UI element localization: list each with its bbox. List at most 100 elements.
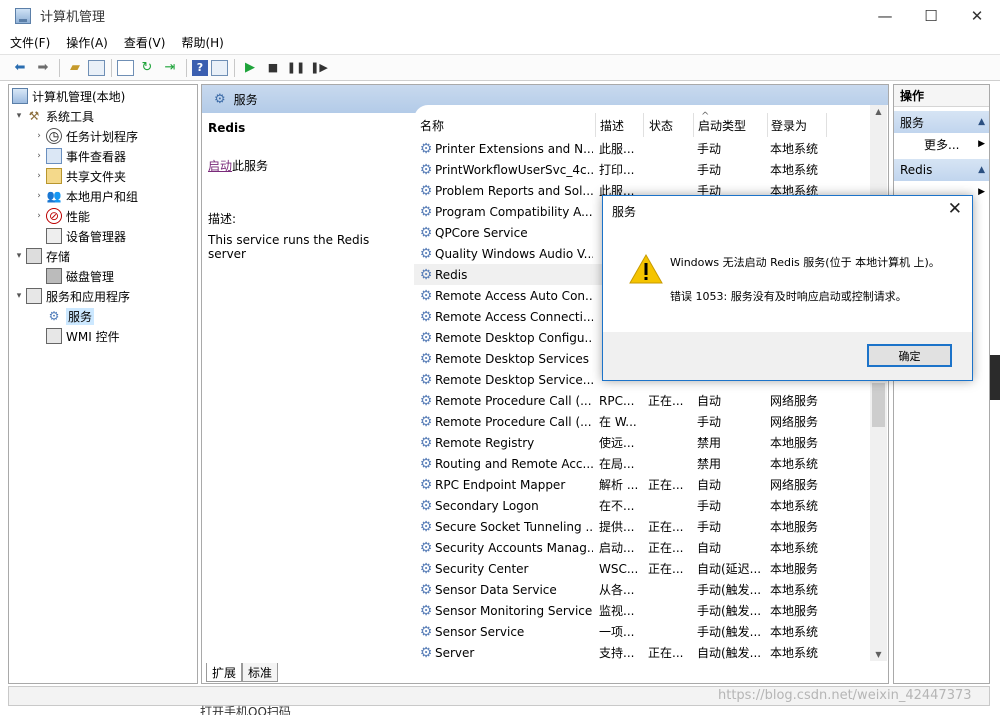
- users-icon: 👥: [46, 189, 62, 203]
- tree-item-task-scheduler[interactable]: › ◷ 任务计划程序: [32, 126, 138, 146]
- maximize-button[interactable]: ☐: [908, 0, 954, 31]
- scroll-up-arrow-icon[interactable]: ▲: [870, 107, 887, 116]
- column-divider[interactable]: [693, 113, 694, 137]
- table-row[interactable]: ⚙ Remote Registry 使远... 禁用 本地服务: [414, 432, 874, 453]
- export-list-icon[interactable]: ⇥: [160, 59, 180, 77]
- start-service-icon[interactable]: ▶: [240, 59, 260, 77]
- service-name-cell: Remote Registry: [435, 435, 535, 450]
- show-hide-tree-icon[interactable]: [88, 59, 105, 76]
- tree-item-local-users[interactable]: › 👥 本地用户和组: [32, 186, 138, 206]
- column-header-startup-type[interactable]: 启动类型: [698, 113, 746, 137]
- properties-icon[interactable]: [117, 59, 134, 76]
- table-row[interactable]: ⚙ Printer Extensions and N... 此服... 手动 本地系统: [414, 138, 874, 159]
- collapse-up-icon[interactable]: ▲: [978, 165, 985, 175]
- restart-service-icon[interactable]: ❚▶: [309, 59, 329, 77]
- back-arrow-icon[interactable]: ⬅: [10, 59, 30, 77]
- dialog-footer: 确定: [603, 332, 972, 380]
- service-startup-type-cell: 自动: [697, 478, 722, 492]
- column-header-name[interactable]: 名称: [420, 113, 444, 137]
- column-divider[interactable]: [643, 113, 644, 137]
- tree-item-device-manager[interactable]: 设备管理器: [46, 226, 126, 246]
- start-service-link[interactable]: 启动: [208, 159, 232, 173]
- service-startup-type-cell: 自动(触发...: [697, 646, 762, 660]
- tab-extended[interactable]: 扩展: [206, 663, 243, 682]
- tree-item-root[interactable]: 计算机管理(本地): [12, 86, 125, 106]
- actions-group-services[interactable]: 服务 ▲: [894, 111, 989, 133]
- tree-item-services-apps[interactable]: ▾ 服务和应用程序: [12, 286, 130, 306]
- toolbar-separator: [59, 58, 60, 77]
- collapse-up-icon[interactable]: ▲: [978, 117, 985, 127]
- chevron-right-icon[interactable]: ›: [32, 211, 46, 221]
- actions-group-redis[interactable]: Redis ▲: [894, 159, 989, 181]
- menu-action[interactable]: 操作(A): [66, 34, 108, 51]
- actions-title: 操作: [894, 85, 989, 107]
- chevron-right-icon[interactable]: ›: [32, 151, 46, 161]
- service-gear-icon: ⚙: [419, 434, 433, 451]
- up-folder-icon[interactable]: ▰: [65, 59, 85, 77]
- forward-arrow-icon[interactable]: ➡: [33, 59, 53, 77]
- service-name-cell: PrintWorkflowUserSvc_4c...: [435, 162, 593, 177]
- chevron-right-icon[interactable]: ›: [32, 191, 46, 201]
- table-row[interactable]: ⚙ Security Accounts Manag... 启动... 正在... 自动 本…: [414, 537, 874, 558]
- column-header-logon[interactable]: 登录为: [771, 113, 807, 137]
- tree-item-wmi[interactable]: WMI 控件: [46, 326, 120, 346]
- service-gear-icon: ⚙: [419, 476, 433, 493]
- table-row[interactable]: ⚙ Remote Procedure Call (... RPC... 正在... 自动…: [414, 390, 874, 411]
- dialog-close-icon[interactable]: ✕: [948, 199, 962, 219]
- pause-service-icon[interactable]: ❚❚: [286, 59, 306, 77]
- table-row[interactable]: ⚙ PrintWorkflowUserSvc_4c... 打印... 手动 本地系统: [414, 159, 874, 180]
- tree-item-event-viewer[interactable]: › 事件查看器: [32, 146, 126, 166]
- table-row[interactable]: ⚙ Sensor Monitoring Service 监视... 手动(触发... 本…: [414, 600, 874, 621]
- title-bar: 计算机管理 — ☐ ✕: [0, 0, 1000, 31]
- menu-view[interactable]: 查看(V): [124, 34, 166, 51]
- column-divider[interactable]: [767, 113, 768, 137]
- service-name-cell: Remote Desktop Configu...: [435, 330, 593, 345]
- tree-item-services[interactable]: ⚙ 服务: [46, 306, 95, 326]
- chevron-down-icon[interactable]: ▾: [12, 291, 26, 301]
- table-row[interactable]: ⚙ Secondary Logon 在不... 手动 本地系统: [414, 495, 874, 516]
- show-action-pane-icon[interactable]: [211, 59, 228, 76]
- tree-item-disk-management[interactable]: 磁盘管理: [46, 266, 114, 286]
- table-row[interactable]: ⚙ Sensor Service 一项... 手动(触发... 本地系统: [414, 621, 874, 642]
- table-row[interactable]: ⚙ Server 支持... 正在... 自动(触发... 本地系统: [414, 642, 874, 663]
- table-row[interactable]: ⚙ Routing and Remote Acc... 在局... 禁用 本地系统: [414, 453, 874, 474]
- table-row[interactable]: ⚙ Security Center WSC... 正在... 自动(延迟... 本地服务: [414, 558, 874, 579]
- column-divider[interactable]: [595, 113, 596, 137]
- service-logon-cell: 本地系统: [770, 625, 819, 639]
- column-header-description[interactable]: 描述: [600, 113, 624, 137]
- table-row[interactable]: ⚙ Sensor Data Service 从各... 手动(触发... 本地系统: [414, 579, 874, 600]
- vertical-scrollbar[interactable]: ▲ ▼: [870, 105, 887, 661]
- description-text: This service runs the Redis server: [208, 233, 370, 261]
- ok-button[interactable]: 确定: [867, 344, 952, 367]
- table-row[interactable]: ⚙ RPC Endpoint Mapper 解析 ... 正在... 自动 网络服务: [414, 474, 874, 495]
- tree-item-performance[interactable]: › ⊘ 性能: [32, 206, 90, 226]
- tree-item-system-tools[interactable]: ▾ ⚒ 系统工具: [12, 106, 94, 126]
- menu-file[interactable]: 文件(F): [10, 34, 50, 51]
- menu-help[interactable]: 帮助(H): [181, 34, 223, 51]
- chevron-right-icon[interactable]: ›: [32, 171, 46, 181]
- help-icon[interactable]: ?: [192, 59, 208, 76]
- scrollbar-thumb[interactable]: [872, 383, 885, 427]
- scroll-down-arrow-icon[interactable]: ▼: [870, 650, 887, 659]
- actions-more[interactable]: 更多... ▶: [894, 133, 989, 155]
- service-name-cell: Remote Procedure Call (...: [435, 393, 592, 408]
- chevron-right-icon[interactable]: ›: [32, 131, 46, 141]
- table-row[interactable]: ⚙ Remote Procedure Call (... 在 W... 手动 网络服务: [414, 411, 874, 432]
- tree-item-shared-folders[interactable]: › 共享文件夹: [32, 166, 126, 186]
- service-logon-cell: 网络服务: [770, 415, 819, 429]
- column-header-status[interactable]: 状态: [649, 113, 673, 137]
- toolbar: ⬅ ➡ ▰ ↻ ⇥ ? ▶ ■ ❚❚ ❚▶: [0, 54, 1000, 81]
- chevron-down-icon[interactable]: ▾: [12, 251, 26, 261]
- tree-item-storage[interactable]: ▾ 存储: [12, 246, 70, 266]
- column-divider[interactable]: [826, 113, 827, 137]
- chevron-down-icon[interactable]: ▾: [12, 111, 26, 121]
- service-startup-type-cell: 手动(触发...: [697, 604, 762, 618]
- close-button[interactable]: ✕: [954, 0, 1000, 31]
- tab-standard[interactable]: 标准: [242, 663, 279, 682]
- service-description-cell: 打印...: [599, 163, 635, 177]
- table-row[interactable]: ⚙ Secure Socket Tunneling ... 提供... 正在... 手动…: [414, 516, 874, 537]
- minimize-button[interactable]: —: [862, 0, 908, 31]
- clock-icon: ◷: [46, 128, 62, 144]
- refresh-icon[interactable]: ↻: [137, 59, 157, 77]
- stop-service-icon[interactable]: ■: [263, 59, 283, 77]
